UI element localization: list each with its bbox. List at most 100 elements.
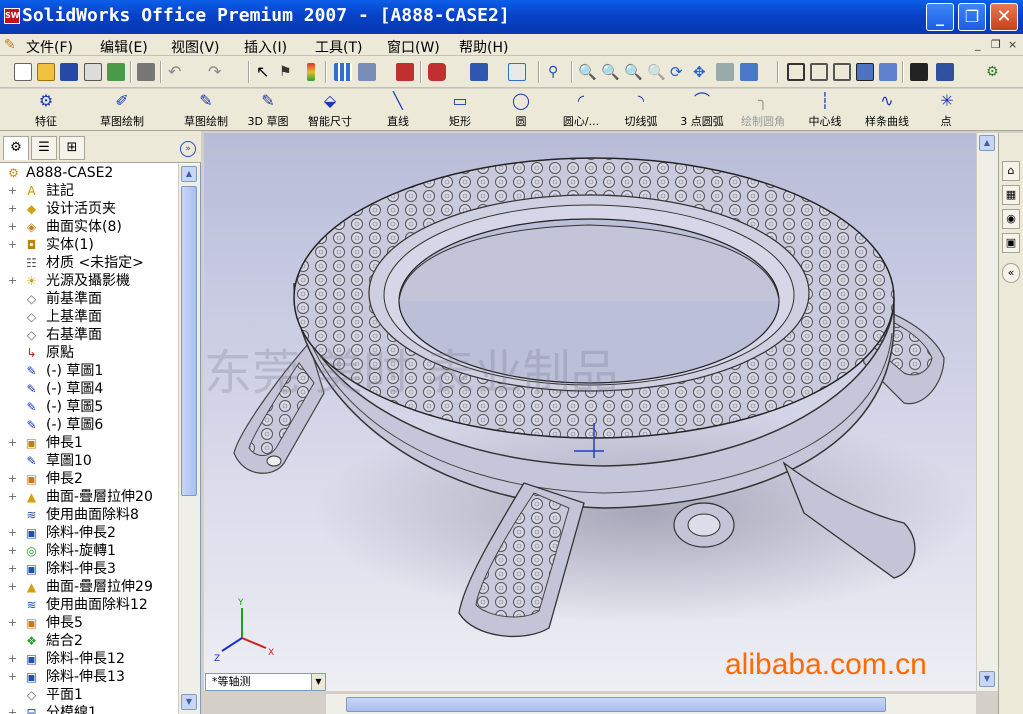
expand-toggle-icon[interactable]: + — [8, 470, 18, 488]
menu-insert[interactable]: 插入(I) — [244, 37, 287, 57]
scroll-thumb[interactable] — [181, 186, 197, 496]
zoom-in-out-icon[interactable]: 🔍 — [624, 63, 643, 81]
tool-sketch-fillet[interactable]: ╮ 绘制圆角 — [738, 91, 788, 129]
solidworks-logo-icon[interactable]: SW — [4, 8, 20, 24]
add-ins-icon[interactable]: ⚙ — [986, 63, 1004, 81]
expand-toggle-icon[interactable]: + — [8, 614, 18, 632]
file-explorer-icon[interactable]: ◉ — [1002, 209, 1020, 229]
shadows-icon[interactable] — [910, 63, 928, 81]
close-button[interactable]: ✕ — [990, 3, 1018, 31]
viewport-vertical-scrollbar[interactable]: ▲ ▼ — [976, 133, 998, 691]
wireframe-icon[interactable] — [787, 63, 805, 81]
shaded-icon[interactable] — [879, 63, 897, 81]
minimize-button[interactable]: _ — [926, 3, 954, 31]
undo-icon[interactable]: ↶ — [168, 63, 186, 81]
collapse-pane-icon[interactable]: « — [1002, 263, 1020, 283]
expand-toggle-icon[interactable]: + — [8, 488, 18, 506]
tool-centerpoint-arc[interactable]: ◜ 圆心/... — [556, 91, 606, 129]
property-manager-tab[interactable]: ☰ — [31, 136, 57, 160]
print-preview-icon[interactable] — [84, 63, 102, 81]
scroll-down-button[interactable]: ▼ — [979, 671, 995, 687]
document-menu-icon[interactable]: ✎ — [4, 37, 20, 53]
pan-icon[interactable]: ✥ — [693, 63, 711, 81]
scroll-down-button[interactable]: ▼ — [181, 694, 197, 710]
appearance-icon[interactable] — [428, 63, 446, 81]
instant3d-icon[interactable] — [396, 63, 414, 81]
display-pane-icon[interactable] — [358, 63, 376, 81]
section-view-icon[interactable] — [936, 63, 954, 81]
expand-toggle-icon[interactable]: + — [8, 542, 18, 560]
open-folder-icon[interactable] — [37, 63, 55, 81]
tool-tangent-arc[interactable]: ◝ 切线弧 — [622, 91, 660, 129]
scroll-thumb[interactable] — [346, 697, 886, 712]
measure-icon[interactable]: ⚲ — [548, 63, 566, 81]
tool-centerline[interactable]: ┆ 中心线 — [806, 91, 844, 129]
resources-home-icon[interactable]: ⌂ — [1002, 161, 1020, 181]
menu-help[interactable]: 帮助(H) — [459, 37, 508, 57]
menu-window[interactable]: 窗口(W) — [387, 37, 440, 57]
tool-circle[interactable]: ◯ 圆 — [508, 91, 534, 129]
scroll-up-button[interactable]: ▲ — [181, 166, 197, 182]
doc-minimize-button[interactable]: _ — [975, 38, 981, 51]
rebuild-icon[interactable] — [307, 63, 315, 81]
expand-toggle-icon[interactable]: + — [8, 434, 18, 452]
tool-sketch[interactable]: ✐ 草图绘制 — [94, 91, 150, 129]
tool-smart-dimension[interactable]: ⬙ 智能尺寸 — [302, 91, 358, 129]
rotate-view-icon[interactable]: ⟳ — [670, 63, 688, 81]
expand-toggle-icon[interactable]: + — [8, 578, 18, 596]
shaded-with-edges-icon[interactable] — [856, 63, 874, 81]
expand-toggle-icon[interactable]: + — [8, 668, 18, 686]
design-library-icon[interactable]: ▦ — [1002, 185, 1020, 205]
print-icon[interactable] — [137, 63, 155, 81]
feature-tree-scrollbar[interactable]: ▲ ▼ — [178, 164, 200, 714]
save-icon[interactable] — [60, 63, 78, 81]
expand-toggle-icon[interactable]: + — [8, 200, 18, 218]
tool-three-point-arc[interactable]: ⌒ 3 点圆弧 — [676, 91, 728, 129]
tool-rectangle[interactable]: ▭ 矩形 — [442, 91, 478, 129]
chevron-down-icon[interactable]: ▼ — [311, 674, 325, 690]
menu-edit[interactable]: 编辑(E) — [100, 37, 148, 57]
feature-tree-tab[interactable]: ⚙ — [3, 136, 29, 160]
zoom-selection-icon[interactable]: 🔍 — [647, 63, 666, 81]
grid-icon[interactable] — [334, 63, 352, 81]
table-icon[interactable] — [508, 63, 526, 81]
expand-toggle-icon[interactable]: + — [8, 650, 18, 668]
expand-toggle-icon[interactable]: + — [8, 524, 18, 542]
tool-line[interactable]: ╲ 直线 — [380, 91, 416, 129]
hidden-lines-removed-icon[interactable] — [833, 63, 851, 81]
tool-features[interactable]: ⚙ 特征 — [28, 91, 64, 129]
menu-tools[interactable]: 工具(T) — [315, 37, 362, 57]
select-arrow-icon[interactable]: ↖ — [256, 63, 274, 81]
expand-panel-icon[interactable]: » — [180, 141, 196, 157]
roll-view-icon[interactable] — [716, 63, 734, 81]
options-icon[interactable] — [107, 63, 125, 81]
configuration-manager-tab[interactable]: ⊞ — [59, 136, 85, 160]
select-filter-icon[interactable]: ⚑ — [279, 63, 297, 81]
standard-views-icon[interactable] — [740, 63, 758, 81]
graphics-area[interactable]: Y X Z 东莞 美时 表业制品 — [204, 133, 976, 691]
doc-close-button[interactable]: × — [1008, 38, 1017, 51]
doc-restore-button[interactable]: ❐ — [991, 38, 1001, 51]
tool-3d-sketch[interactable]: ✎ 3D 草图 — [244, 91, 292, 129]
expand-toggle-icon[interactable]: + — [8, 560, 18, 578]
expand-toggle-icon[interactable]: + — [8, 218, 18, 236]
watch-case-model[interactable]: Y X Z — [204, 133, 976, 691]
tool-spline[interactable]: ∿ 样条曲线 — [862, 91, 912, 129]
scroll-up-button[interactable]: ▲ — [979, 135, 995, 151]
view-palette-icon[interactable]: ▣ — [1002, 233, 1020, 253]
expand-toggle-icon[interactable]: + — [8, 704, 18, 714]
new-document-icon[interactable] — [14, 63, 32, 81]
tool-sketch-2[interactable]: ✎ 草图绘制 — [178, 91, 234, 129]
tool-point[interactable]: ✳ 点 — [936, 91, 956, 129]
zoom-fit-icon[interactable]: 🔍 — [578, 63, 597, 81]
expand-toggle-icon[interactable]: + — [8, 236, 18, 254]
maximize-button[interactable]: ❐ — [958, 3, 986, 31]
view-layout-icon[interactable] — [470, 63, 488, 81]
menu-view[interactable]: 视图(V) — [171, 37, 220, 57]
viewport-horizontal-scrollbar[interactable] — [326, 693, 976, 714]
expand-toggle-icon[interactable]: + — [8, 272, 18, 290]
redo-icon[interactable]: ↷ — [208, 63, 226, 81]
menu-file[interactable]: 文件(F) — [26, 37, 73, 57]
view-orientation-select[interactable]: *等轴测 ▼ — [205, 673, 326, 691]
hidden-lines-visible-icon[interactable] — [810, 63, 828, 81]
